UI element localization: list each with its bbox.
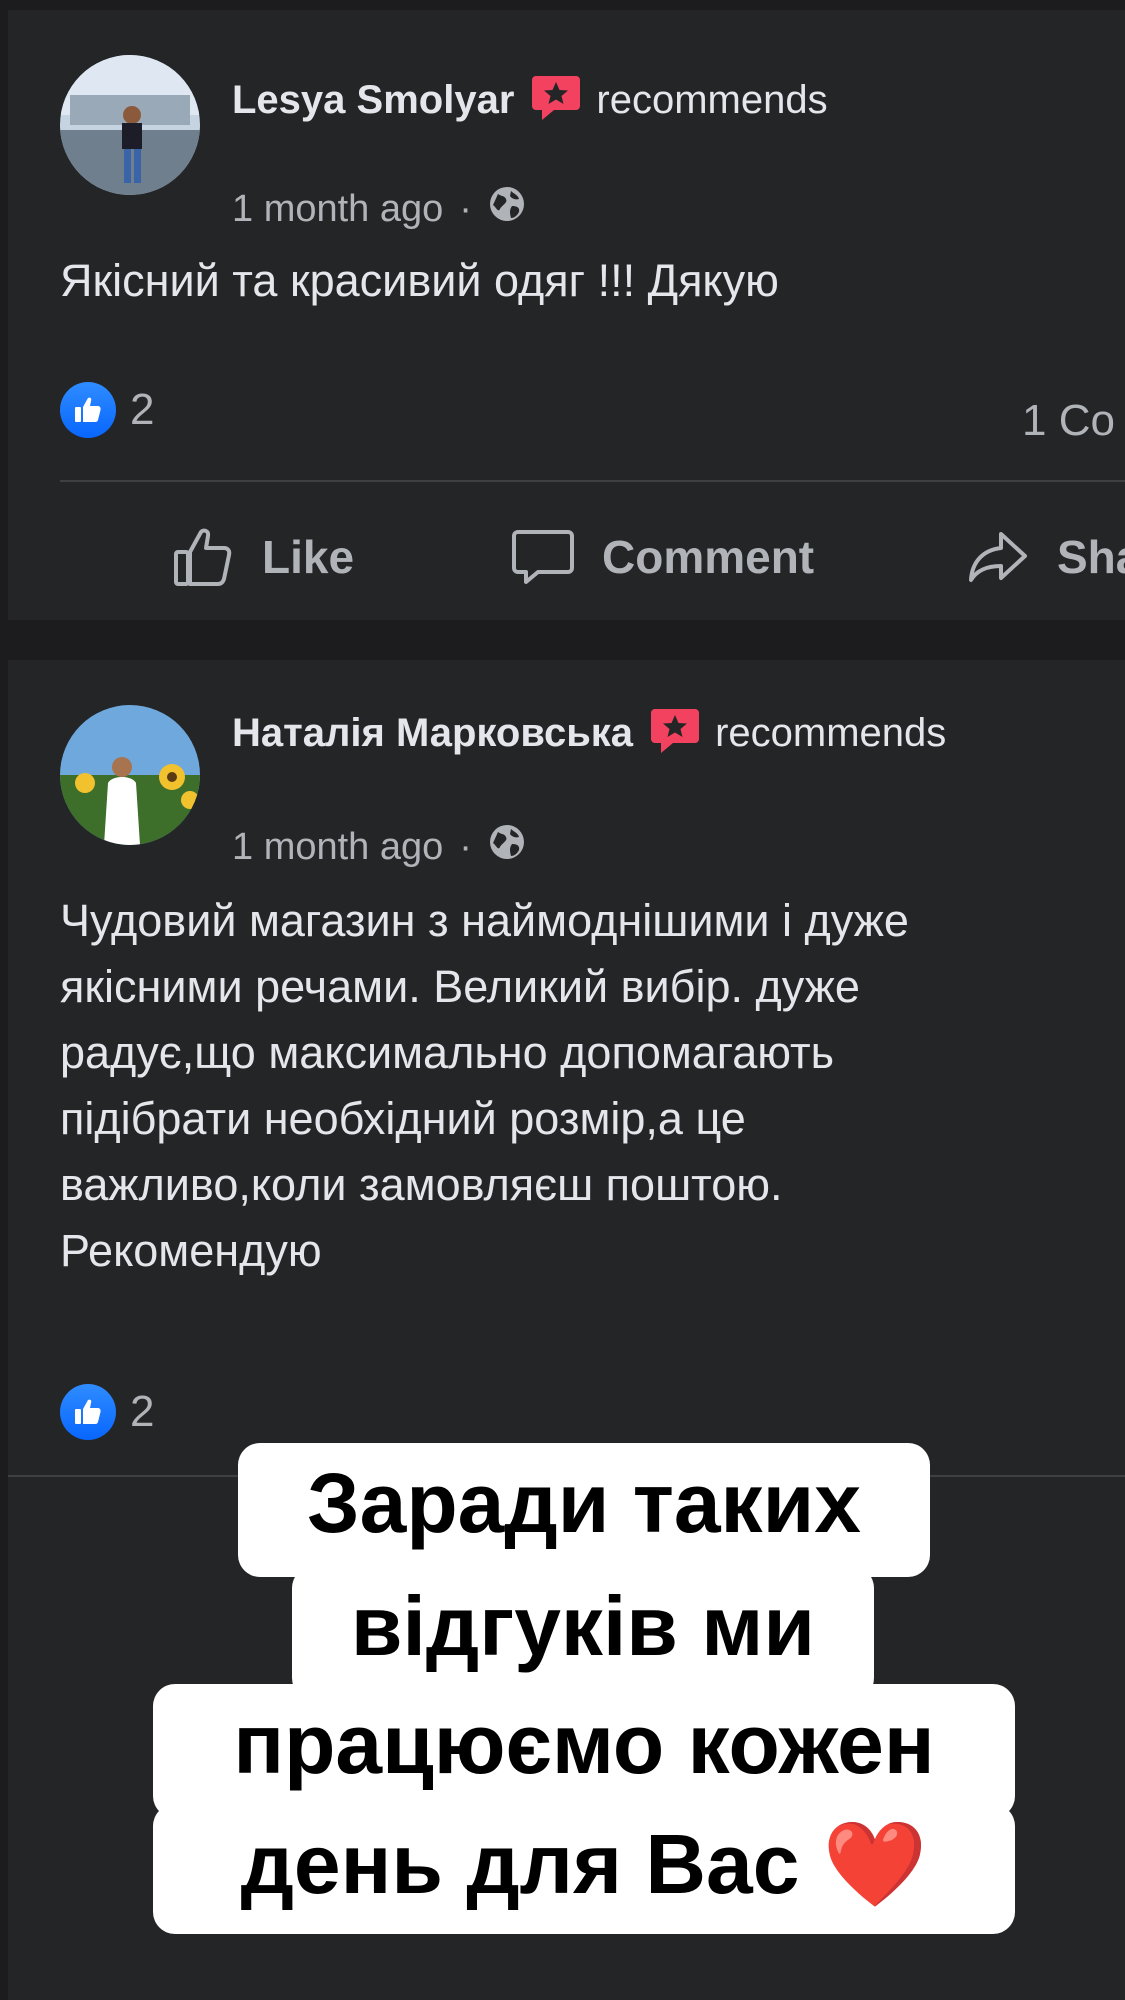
like-reaction-icon — [60, 1384, 116, 1440]
review-card-1: Lesya Smolyar recommends 1 month ago · Я… — [8, 10, 1125, 620]
share-button[interactable]: Sha — [963, 522, 1125, 592]
like-button[interactable]: Like — [168, 522, 354, 592]
comment-icon — [512, 530, 574, 584]
divider — [60, 480, 1125, 482]
post-time[interactable]: 1 month ago — [232, 826, 443, 869]
comment-button[interactable]: Comment — [508, 522, 814, 592]
comment-label: Comment — [602, 531, 815, 583]
separator-dot: · — [459, 825, 472, 868]
globe-icon — [488, 185, 526, 233]
action-bar: Like Comment Sha — [8, 522, 1125, 602]
like-count[interactable]: 2 — [130, 385, 154, 435]
recommends-label: recommends — [596, 78, 828, 122]
overlay-line-4: день для Вас ❤️ — [153, 1804, 1015, 1934]
recommend-icon — [530, 72, 582, 129]
separator-dot: · — [459, 187, 472, 230]
author-name[interactable]: Наталія Марковська — [232, 711, 633, 756]
like-icon — [174, 528, 232, 586]
like-label: Like — [262, 531, 355, 583]
globe-icon — [488, 823, 526, 871]
review-text: Чудовий магазин з наймоднішими і дуже як… — [60, 895, 909, 1276]
post-time[interactable]: 1 month ago — [232, 188, 443, 231]
like-count[interactable]: 2 — [130, 1387, 154, 1437]
overlay-line-2: відгуків ми — [292, 1566, 874, 1700]
share-label: Sha — [1057, 531, 1125, 583]
overlay-line-1: Заради таких — [238, 1443, 930, 1577]
share-icon — [969, 532, 1027, 582]
overlay-line-3: працюємо кожен — [153, 1684, 1015, 1818]
avatar[interactable] — [60, 705, 200, 845]
like-reaction-icon — [60, 382, 116, 438]
avatar[interactable] — [60, 55, 200, 195]
review-text: Якісний та красивий одяг !!! Дякую — [60, 255, 779, 306]
author-name[interactable]: Lesya Smolyar — [232, 78, 514, 123]
comment-count[interactable]: 1 Co — [1022, 396, 1115, 446]
recommends-label: recommends — [715, 711, 947, 755]
recommend-icon — [649, 705, 701, 762]
